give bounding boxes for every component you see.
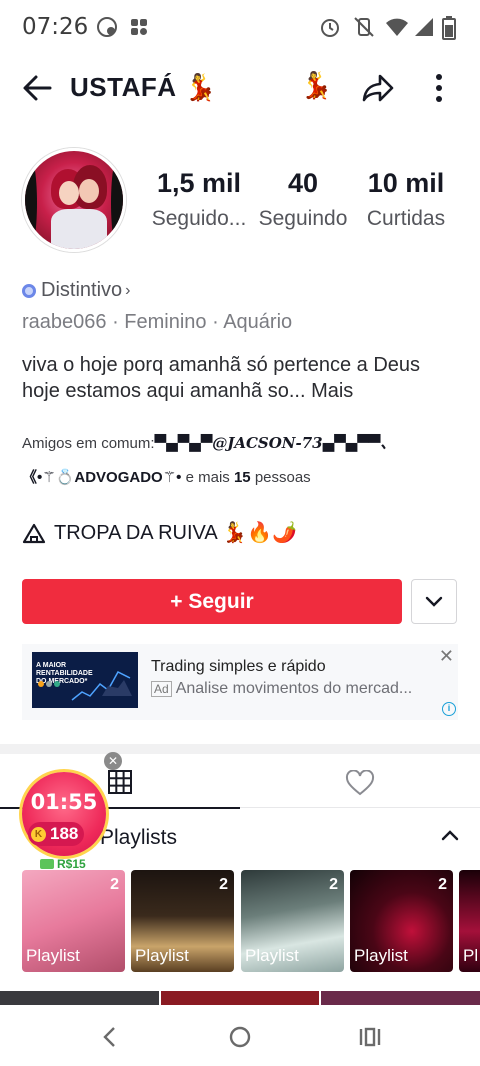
followers-count: 1,5 mil	[156, 168, 242, 198]
likes-count: 10 mil	[367, 168, 445, 198]
follow-button[interactable]: + Seguir	[22, 579, 402, 624]
grid-icon	[108, 770, 132, 794]
ad-title: Trading simples e rápido	[151, 658, 326, 675]
playlist-label: Playlist	[26, 946, 80, 965]
suggestions-dropdown-button[interactable]	[411, 579, 457, 624]
profile-header: USTAFÁ 💃 💃	[0, 62, 480, 114]
signal-icon	[415, 18, 433, 36]
timer-close-icon[interactable]: ✕	[104, 752, 122, 770]
followers-label: Seguido...	[151, 207, 247, 230]
coin-counter: K 188	[28, 822, 85, 846]
messenger-icon	[97, 17, 117, 37]
ad-info-icon[interactable]: i	[442, 702, 456, 716]
playlists-title: Playlists	[100, 826, 178, 849]
mutual-friends[interactable]: Amigos em comum:▀▄▀▄▀@JACSON-73▄▀▄▀▀、 《•…	[22, 426, 462, 495]
stat-following[interactable]: 40 Seguindo	[254, 168, 352, 231]
playlist-count: 2	[329, 876, 338, 893]
chevron-right-icon: ›	[125, 281, 131, 299]
following-count: 40	[287, 168, 319, 198]
bio: viva o hoje porq amanhã só pertence a De…	[22, 352, 462, 404]
coin-count: 188	[50, 824, 79, 843]
nav-home-icon[interactable]	[228, 1025, 252, 1049]
ad-description-row: Ad Analise movimentos do mercad...	[151, 680, 412, 698]
badge-icon	[22, 283, 36, 298]
nav-back-icon[interactable]	[100, 1026, 120, 1048]
reward-timer-widget[interactable]: 01:55 K 188	[22, 772, 106, 856]
mutual-count: 15	[233, 469, 251, 486]
app-notification-icon	[131, 19, 147, 35]
timer-time: 01:55	[30, 790, 98, 814]
profile-meta: raabe066 · Feminino · Aquário	[22, 311, 293, 333]
playlist-count: 2	[110, 876, 119, 893]
emoji-button[interactable]: 💃	[300, 70, 332, 101]
vibrate-mute-icon	[354, 17, 374, 37]
chevron-down-icon	[425, 596, 443, 607]
nav-recents-icon[interactable]	[358, 1026, 382, 1048]
bio-more-link[interactable]: Mais	[311, 380, 353, 402]
profile-username-title: USTAFÁ 💃	[70, 72, 218, 102]
ad-description: Analise movimentos do mercad...	[175, 680, 413, 697]
playlist-card-5[interactable]: Pl	[459, 870, 480, 972]
video-grid-preview	[0, 991, 480, 1005]
reward-amount: R$15	[40, 857, 86, 871]
playlist-label: Playlist	[245, 946, 299, 965]
chevron-up-icon[interactable]	[440, 828, 460, 842]
tab-liked[interactable]	[240, 754, 480, 808]
mutual-suffix-1: e mais	[185, 469, 230, 486]
alarm-icon	[321, 19, 339, 37]
coin-icon: K	[31, 826, 46, 842]
playlist-card-2[interactable]: 2 Playlist	[131, 870, 234, 972]
stat-likes[interactable]: 10 mil Curtidas	[360, 168, 452, 231]
system-nav-bar	[0, 1005, 480, 1066]
reward-value: R$15	[57, 857, 86, 871]
playlist-card-1[interactable]: 2 Playlist	[22, 870, 125, 972]
status-bar: 07:26	[0, 0, 480, 56]
ad-thumbnail: A MAIOR RENTABILIDADE DO MERCADO*	[32, 652, 138, 708]
stat-followers[interactable]: 1,5 mil Seguido...	[146, 168, 252, 231]
mutual-friend-1: ▀▄▀▄▀@JACSON-73▄▀▄▀▀、	[154, 434, 396, 452]
heart-icon	[345, 770, 375, 796]
back-arrow-icon[interactable]	[20, 70, 56, 106]
playlist-label: Playlist	[354, 946, 408, 965]
mutual-friend-2: 《•⚚💍ADVOGADO⚚•	[22, 469, 182, 486]
group-link[interactable]: TROPA DA RUIVA 💃🔥🌶️	[22, 520, 297, 545]
playlist-count: 2	[219, 876, 228, 893]
playlist-label: Pl	[463, 946, 479, 965]
ad-tag: Ad	[151, 681, 172, 697]
cash-icon	[40, 859, 54, 869]
badge-label: Distintivo	[41, 279, 123, 301]
following-label: Seguindo	[258, 207, 348, 230]
playlist-card-4[interactable]: 2 Playlist	[350, 870, 453, 972]
battery-icon	[442, 16, 456, 40]
likes-label: Curtidas	[366, 207, 446, 230]
wifi-icon	[386, 18, 408, 36]
mutual-friends-prefix: Amigos em comum:	[22, 435, 155, 452]
section-divider	[0, 744, 480, 754]
badge-link[interactable]: Distintivo ›	[22, 279, 130, 302]
more-options-icon[interactable]	[426, 70, 452, 106]
ad-close-icon[interactable]: ✕	[439, 646, 454, 667]
group-name: TROPA DA RUIVA 💃🔥🌶️	[54, 522, 297, 544]
ad-chart-graphic	[38, 671, 132, 701]
playlist-count: 2	[438, 876, 447, 893]
playlist-label: Playlist	[135, 946, 189, 965]
playlist-card-3[interactable]: 2 Playlist	[241, 870, 344, 972]
mutual-suffix-2: pessoas	[254, 469, 311, 486]
ad-banner[interactable]: A MAIOR RENTABILIDADE DO MERCADO* Tradin…	[22, 644, 458, 720]
share-icon[interactable]	[360, 70, 396, 106]
avatar[interactable]	[22, 148, 126, 252]
bio-text: viva o hoje porq amanhã só pertence a De…	[22, 354, 421, 402]
group-tent-icon	[22, 523, 46, 543]
status-time: 07:26	[22, 14, 89, 40]
